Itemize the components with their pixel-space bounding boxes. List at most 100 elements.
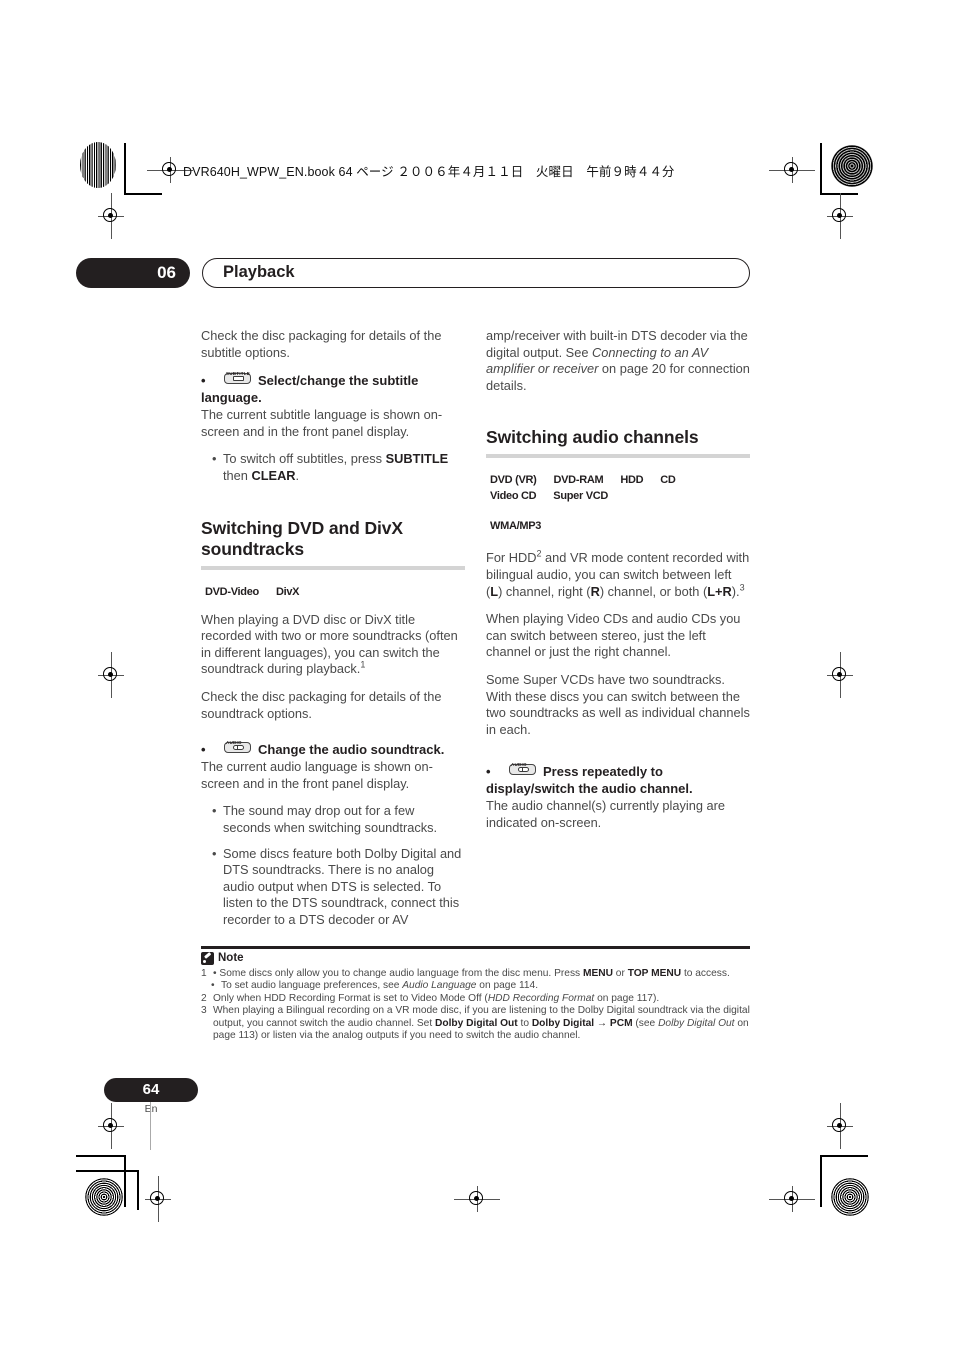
dvd-divx-paragraph-1: When playing a DVD disc or DivX title re…	[201, 612, 465, 678]
chapter-header-bar: 06 Playback	[76, 258, 750, 288]
badge-dvd-vr: DVD (VR)	[486, 471, 541, 490]
print-density-patch-bottom-left	[85, 1178, 123, 1216]
badge-divx: DivX	[271, 582, 304, 601]
note-sub-text-a: To set audio language preferences, see	[221, 980, 403, 992]
note-text-b: to	[517, 1017, 532, 1029]
registration-mark-bottom-left	[145, 1176, 171, 1222]
registration-mark-right-upper	[827, 193, 853, 239]
keyword-top-menu: TOP MENU	[627, 967, 682, 979]
disc-format-badges-right-row1: DVD (VR) DVD-RAM HDD CD Video CD Super VCD	[486, 471, 750, 506]
list-item: Some discs feature both Dolby Digital an…	[212, 846, 465, 929]
note-title: Note	[218, 952, 244, 964]
crop-mark-top-left-horizontal	[124, 193, 162, 195]
note-text-c: to access.	[681, 967, 730, 979]
note-sub-text-b: on page 114.	[476, 980, 539, 992]
disc-format-badges-right-row2: WMA/MP3	[486, 517, 750, 536]
audio-description-right: The audio channel(s) currently playing a…	[486, 798, 726, 830]
page-footer: 64 En	[104, 1078, 198, 1150]
paragraph-text-d: ) channel, or both (	[599, 583, 708, 599]
audio-button-icon: AUDIO	[509, 762, 536, 776]
left-column: Check the disc packaging for details of …	[201, 328, 465, 939]
subtitle-sub-bullets: To switch off subtitles, press SUBTITLE …	[201, 451, 465, 484]
print-density-patch-top-left	[80, 142, 116, 188]
crop-mark-bottom-left-horizontal	[76, 1155, 124, 1157]
keyword-clear: CLEAR	[251, 467, 296, 483]
right-column: amp/receiver with built-in DTS decoder v…	[486, 328, 750, 843]
keyword-right-channel: R	[590, 583, 600, 599]
registration-mark-left-middle	[98, 652, 124, 698]
note-list: 1 Some discs only allow you to change aud…	[201, 968, 750, 1044]
registration-mark-top-right	[769, 157, 815, 183]
paragraph-text-a: For HDD	[486, 550, 537, 566]
registration-mark-left-lower	[98, 1103, 124, 1149]
badge-dvd-ram: DVD-RAM	[549, 471, 608, 490]
audio-button-bullet-left: • AUDIO Change the audio soundtrack.	[201, 740, 465, 758]
print-density-patch-bottom-right	[831, 1178, 869, 1216]
note-item-2: 2 Only when HDD Recording Format is set t…	[201, 993, 750, 1006]
note-block: Note 1 Some discs only allow you to chang…	[201, 946, 750, 1043]
section-divider	[486, 454, 750, 459]
note-item-3: 3 When playing a Bilingual recording on a…	[201, 1005, 750, 1043]
subtitle-button-icon: SUBTITLE	[224, 371, 251, 385]
note-number: 2	[201, 992, 207, 1004]
note-item-1: 1 Some discs only allow you to change aud…	[201, 968, 750, 981]
keyword-dolby-digital-out: Dolby Digital Out	[435, 1017, 518, 1029]
subbullet-text-end: .	[295, 467, 300, 483]
subbullet-text-pre: To switch off subtitles, press	[223, 451, 386, 467]
note-text-b: or	[612, 967, 628, 979]
cross-reference-audio-language: Audio Language	[402, 980, 477, 992]
audio-channels-paragraph-3: Some Super VCDs have two soundtracks. Wi…	[486, 671, 750, 737]
badge-hdd: HDD	[616, 471, 648, 490]
paragraph-text-e: ).	[731, 583, 740, 599]
chapter-number: 06	[76, 258, 190, 288]
badge-video-cd: Video CD	[486, 487, 541, 506]
note-number: 3	[201, 1005, 207, 1017]
audio-button-icon: AUDIO	[224, 740, 251, 754]
section-heading-audio-channels: Switching audio channels	[486, 427, 699, 448]
cross-reference-dolby-digital-out: Dolby Digital Out	[658, 1017, 735, 1029]
note-top-rule	[201, 946, 750, 949]
page-title: Playback	[202, 258, 750, 288]
audio-channels-paragraph-1: For HDD2 and VR mode content recorded wi…	[486, 550, 750, 600]
note-text-a: Some discs only allow you to change audi…	[219, 967, 583, 979]
crop-mark-bottom-right-vertical	[820, 1155, 822, 1207]
keyword-left-channel: L	[490, 583, 499, 599]
paragraph-text-c: ) channel, right (	[498, 583, 591, 599]
registration-mark-bottom-right	[769, 1186, 815, 1212]
crop-mark-bottom-left-horizontal-2	[76, 1170, 138, 1172]
keyword-both-channels: L+R	[707, 583, 732, 599]
page-number: 64	[104, 1078, 198, 1102]
page-language-code: En	[144, 1103, 158, 1115]
list-item: To switch off subtitles, press SUBTITLE …	[212, 451, 465, 484]
registration-mark-left-upper	[98, 193, 124, 239]
registration-mark-right-lower	[827, 1103, 853, 1149]
disc-format-badges-left: DVD-Video DivX	[201, 582, 465, 601]
subtitle-button-bullet: • SUBTITLE Select/change the subtitle lang…	[201, 371, 465, 406]
section-divider	[201, 565, 465, 570]
badge-wma-mp3: WMA/MP3	[486, 517, 546, 536]
note-number: 1	[201, 967, 207, 979]
crop-mark-bottom-left-vertical-2	[137, 1170, 139, 1210]
note-text-a: Only when HDD Recording Format is set to…	[213, 992, 488, 1004]
book-file-header: DVR640H_WPW_EN.book 64 ページ ２００６年４月１１日 火曜…	[183, 165, 675, 179]
footnote-ref-1: 1	[360, 660, 366, 671]
footnote-ref-3: 3	[739, 582, 745, 593]
registration-mark-bottom-center	[454, 1186, 500, 1212]
print-density-patch-top-right	[831, 145, 873, 187]
audio-button-bullet-right: • AUDIO Press repeatedly to display/switch…	[486, 762, 750, 797]
audio-description-left: The current audio language is shown on-s…	[201, 759, 433, 791]
audio-sub-bullets-left: The sound may drop out for a few seconds…	[201, 803, 465, 928]
keyword-subtitle: SUBTITLE	[385, 451, 449, 467]
crop-mark-top-right-vertical	[820, 143, 822, 195]
footer-leader-line	[150, 1102, 151, 1150]
badge-cd: CD	[656, 471, 680, 490]
note-text-c: (see	[632, 1017, 659, 1029]
dvd-divx-paragraph-2: Check the disc packaging for details of …	[201, 688, 442, 721]
cross-reference-hdd-recording-format: HDD Recording Format	[487, 992, 595, 1004]
crop-mark-bottom-left-vertical	[124, 1155, 126, 1207]
subbullet-text-mid: then	[223, 467, 252, 483]
crop-mark-top-left-vertical	[124, 143, 126, 195]
crop-mark-bottom-right-horizontal	[820, 1155, 868, 1157]
subtitle-intro-paragraph: Check the disc packaging for details of …	[201, 328, 442, 360]
keyword-dolby-digital-pcm: Dolby Digital → PCM	[531, 1017, 633, 1029]
